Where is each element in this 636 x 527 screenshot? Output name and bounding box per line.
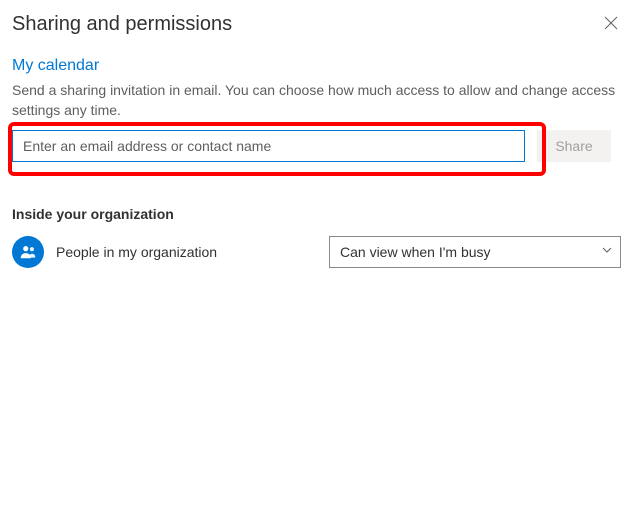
description-text: Send a sharing invitation in email. You … <box>12 81 624 120</box>
people-icon <box>12 236 44 268</box>
calendar-subtitle: My calendar <box>12 57 624 75</box>
people-label: People in my organization <box>56 244 329 260</box>
email-input[interactable] <box>12 130 525 162</box>
permission-select[interactable]: Can view when I'm busy <box>329 236 621 268</box>
close-icon <box>604 16 618 33</box>
org-row: People in my organization Can view when … <box>12 236 624 268</box>
close-button[interactable] <box>600 12 622 37</box>
page-title: Sharing and permissions <box>12 13 232 36</box>
share-button[interactable]: Share <box>537 130 611 162</box>
org-heading: Inside your organization <box>12 206 624 222</box>
